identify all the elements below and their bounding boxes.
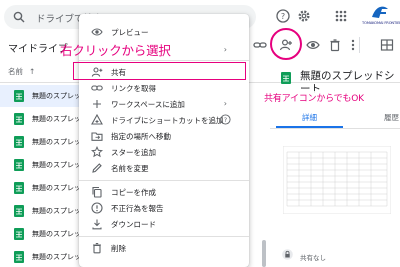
apps-grid-icon[interactable] <box>334 9 348 23</box>
annotation-share-icon: 共有アイコンからでもOK <box>264 91 364 104</box>
link-icon <box>91 85 103 91</box>
menu-label: スターを追加 <box>111 148 156 157</box>
grid-view-icon[interactable] <box>380 38 394 52</box>
panel-divider <box>270 128 400 129</box>
menu-item-delete[interactable]: 削除 <box>79 240 249 256</box>
file-row[interactable]: 無題のスプレッ <box>0 223 81 245</box>
menu-item-copy[interactable]: コピーを作成 <box>79 184 249 200</box>
file-name: 無題のスプレッ <box>32 207 81 215</box>
account-logo[interactable]: TOMAKOMAI FRONTIER <box>362 3 400 29</box>
file-name: 無題のスプレッ <box>32 230 81 238</box>
share-item-highlight <box>73 62 246 80</box>
brand-logo-text: TOMAKOMAI FRONTIER <box>362 21 400 25</box>
help-icon[interactable]: ? <box>276 9 290 23</box>
search-icon <box>13 11 25 23</box>
column-name-label: 名前 <box>8 67 23 76</box>
menu-item-preview[interactable]: プレビュー <box>79 24 249 40</box>
menu-label: ドライブにショートカットを追加 <box>111 116 224 125</box>
more-vert-icon[interactable] <box>346 38 360 52</box>
settings-gear-icon[interactable] <box>297 9 311 23</box>
menu-item-add-workspace[interactable]: ワークスペースに追加 › <box>79 96 249 112</box>
svg-text:?: ? <box>281 12 285 21</box>
menu-label: コピーを作成 <box>111 188 156 197</box>
chevron-right-icon: › <box>223 99 227 108</box>
menu-item-download[interactable]: ダウンロード <box>79 216 249 232</box>
help-icon[interactable]: ? <box>220 114 231 125</box>
sheets-file-icon <box>14 182 24 194</box>
sheets-file-icon <box>14 113 24 125</box>
sort-arrow[interactable]: ↑ <box>29 67 35 76</box>
file-name: 無題のスプレッ <box>32 161 81 169</box>
file-row[interactable]: 無題のスプレッ <box>0 200 81 222</box>
file-row[interactable]: 無題のスプレッ <box>0 177 81 199</box>
report-icon <box>91 202 103 214</box>
plus-icon <box>93 100 101 108</box>
download-icon <box>92 219 102 230</box>
chevron-right-icon: › <box>223 45 227 54</box>
link-icon[interactable] <box>253 38 267 52</box>
column-header-name[interactable]: 名前 ↑ <box>8 66 35 77</box>
file-row[interactable]: 無題のスプレッ <box>0 154 81 176</box>
sheets-file-icon <box>14 159 24 171</box>
share-status: 共有なし <box>300 254 326 262</box>
sheets-file-icon <box>14 136 24 148</box>
lock-icon <box>282 249 293 260</box>
menu-label: リンクを取得 <box>111 84 156 93</box>
file-row[interactable]: 無題のスプレッ <box>0 85 81 107</box>
trash-icon <box>93 243 101 254</box>
sheets-file-icon <box>14 251 24 263</box>
folder-move-icon <box>91 132 103 141</box>
sheets-file-icon <box>14 90 24 102</box>
annotation-right-click: 右クリックから選択 <box>60 43 171 58</box>
menu-item-move[interactable]: 指定の場所へ移動 <box>79 128 249 144</box>
file-name: 無題のスプレッ <box>32 92 81 100</box>
file-name: 無題のスプレッ <box>32 184 81 192</box>
menu-label: ダウンロード <box>111 220 156 229</box>
menu-item-star[interactable]: スターを追加 <box>79 144 249 160</box>
brand-logo-icon <box>372 6 388 18</box>
menu-label: 指定の場所へ移動 <box>111 132 171 141</box>
file-row[interactable]: 無題のスプレッ <box>0 131 81 153</box>
svg-text:?: ? <box>224 116 227 124</box>
menu-item-add-shortcut[interactable]: ドライブにショートカットを追加 ? <box>79 112 249 128</box>
sheets-file-icon <box>14 205 24 217</box>
menu-separator <box>79 236 249 237</box>
preview-eye-icon[interactable] <box>306 38 320 52</box>
menu-label: 削除 <box>111 244 126 253</box>
pencil-icon <box>92 163 102 173</box>
my-drive-title[interactable]: マイドライブ <box>8 40 68 55</box>
tab-details[interactable]: 詳細 <box>302 112 317 123</box>
file-name: 無題のスプレッ <box>32 138 81 146</box>
menu-item-report[interactable]: 不正行為を報告 <box>79 200 249 216</box>
menu-label: プレビュー <box>111 28 149 37</box>
eye-icon <box>91 28 103 36</box>
toolbar-separator <box>359 37 360 53</box>
menu-item-rename[interactable]: 名前を変更 <box>79 160 249 176</box>
trash-icon[interactable] <box>328 38 342 52</box>
file-name: 無題のスプレッ <box>32 253 81 261</box>
menu-separator <box>79 180 249 181</box>
share-icon-highlight <box>270 28 302 60</box>
menu-label: ワークスペースに追加 <box>111 100 185 109</box>
file-row[interactable]: 無題のスプレッ <box>0 108 81 130</box>
file-name: 無題のスプレッ <box>32 115 81 123</box>
menu-separator <box>79 60 249 61</box>
list-scrollbar[interactable] <box>262 240 266 267</box>
sheets-file-icon <box>281 72 291 84</box>
menu-label: 不正行為を報告 <box>111 204 164 213</box>
menu-item-get-link[interactable]: リンクを取得 <box>79 80 249 96</box>
file-row[interactable]: 無題のスプレッ <box>0 246 81 267</box>
spreadsheet-thumbnail[interactable] <box>283 146 391 214</box>
menu-label: 名前を変更 <box>111 164 149 173</box>
tab-history[interactable]: 履歴 <box>384 112 399 123</box>
copy-icon <box>92 186 102 198</box>
drive-shortcut-icon <box>91 114 103 125</box>
sheets-file-icon <box>14 228 24 240</box>
star-icon <box>91 146 103 158</box>
